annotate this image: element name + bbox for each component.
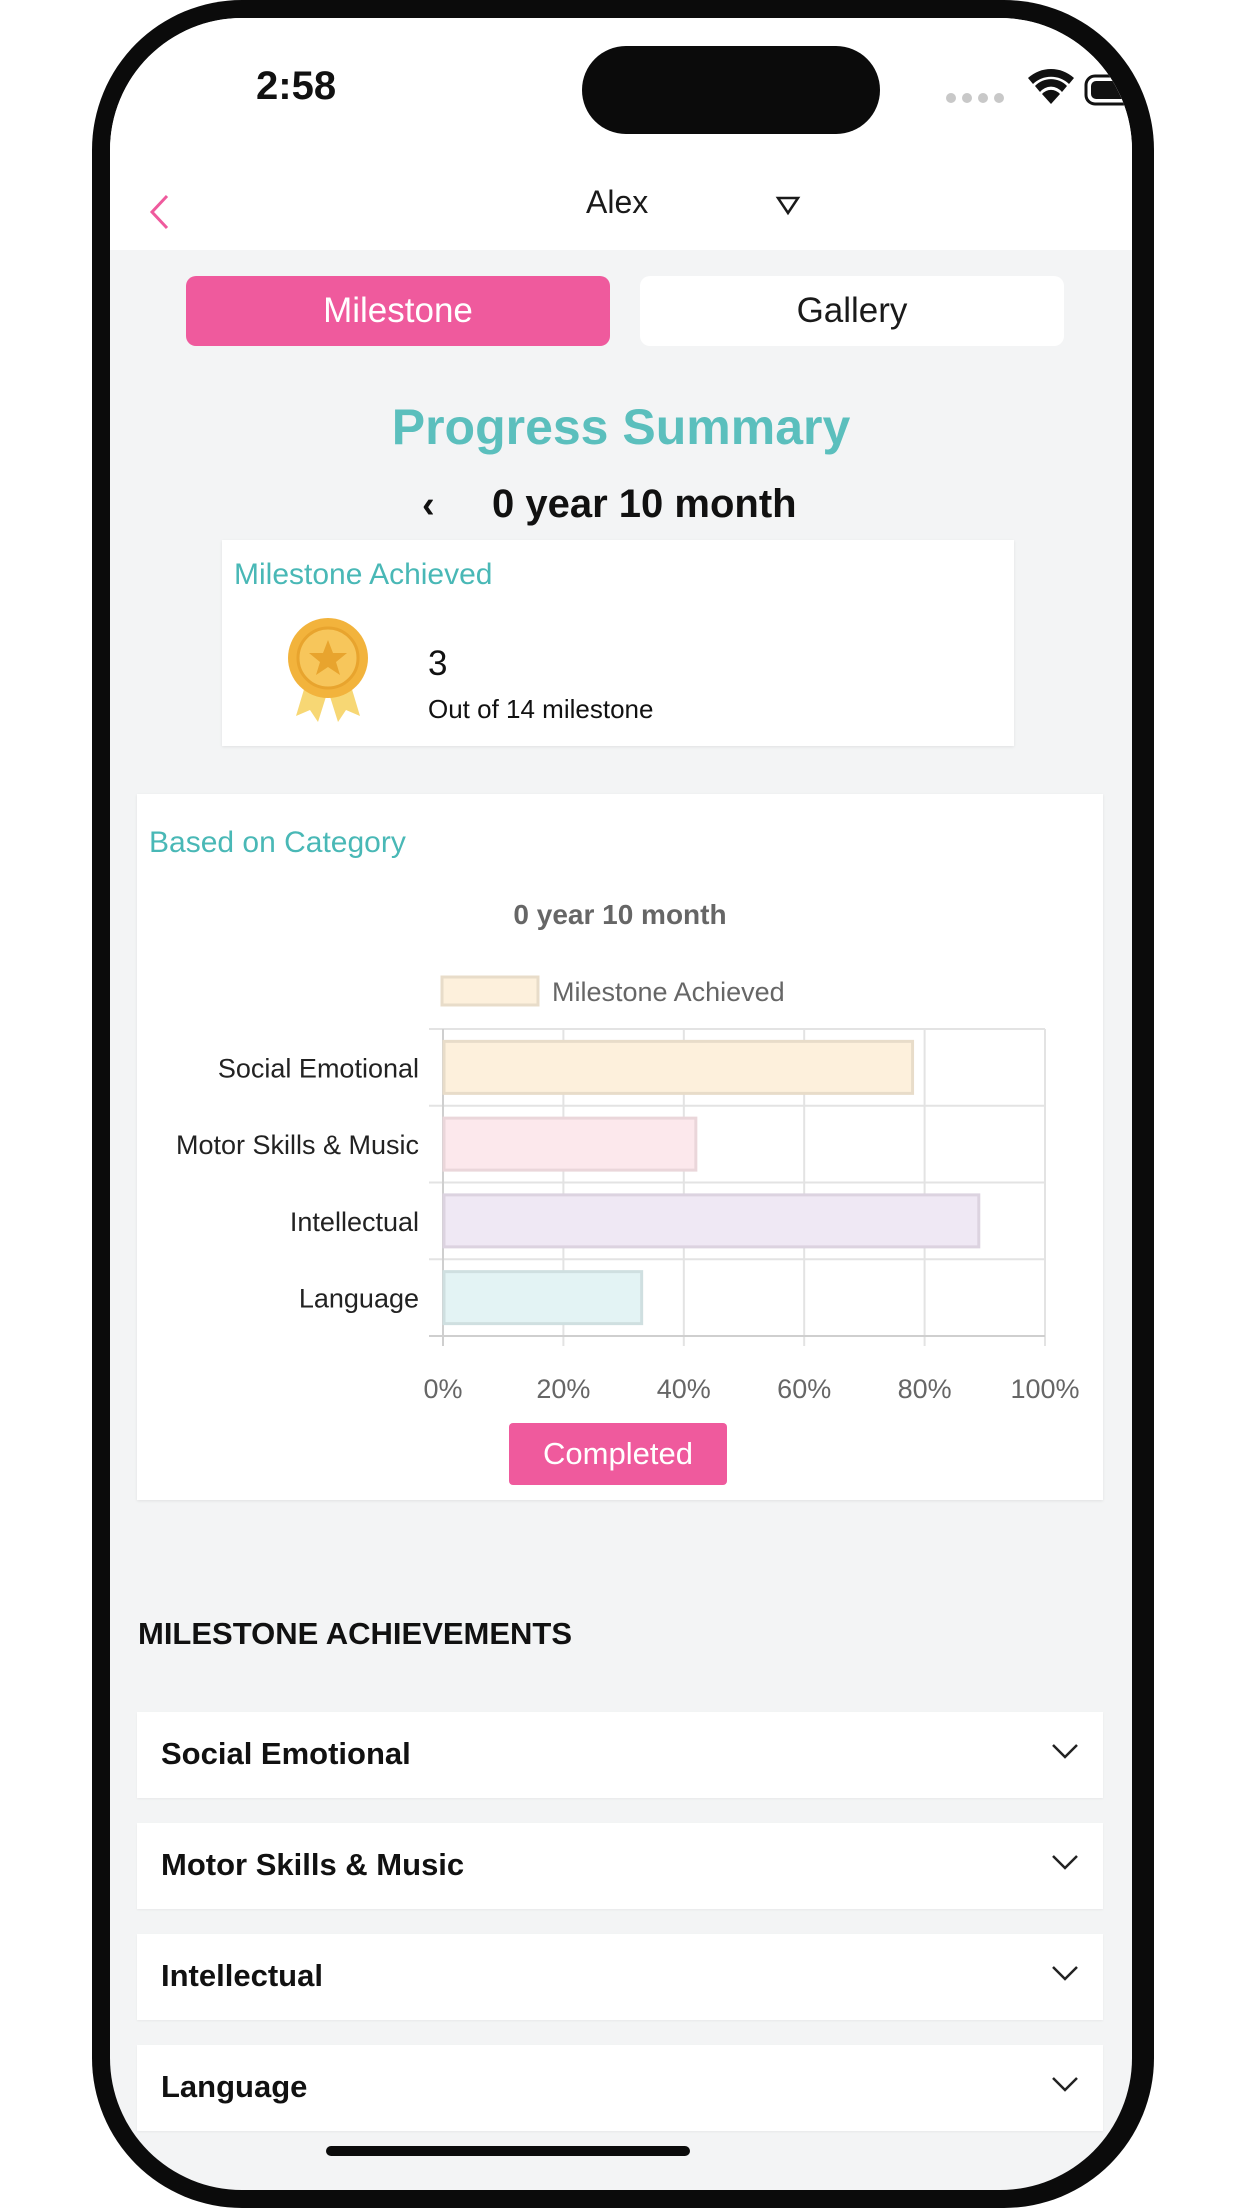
legend-swatch (440, 975, 540, 1007)
x-tick-label: 80% (898, 1374, 952, 1404)
chevron-down-icon (1052, 1744, 1078, 1759)
accordion-label: Motor Skills & Music (161, 1847, 465, 1882)
x-tick-label: 100% (1010, 1374, 1079, 1404)
category-label: Social Emotional (218, 1053, 419, 1083)
child-selector[interactable]: Alex (586, 184, 648, 221)
accordion-social-emotional[interactable]: Social Emotional (137, 1712, 1103, 1798)
accordion-language[interactable]: Language (137, 2045, 1103, 2131)
status-icons (946, 68, 1132, 113)
accordion-intellectual[interactable]: Intellectual (137, 1934, 1103, 2020)
chevron-down-icon (1052, 1855, 1078, 1870)
tab-gallery[interactable]: Gallery (640, 276, 1064, 346)
completed-button[interactable]: Completed (509, 1423, 727, 1485)
status-time: 2:58 (256, 64, 337, 108)
achieved-count: 3 (428, 644, 448, 683)
accordion-label: Social Emotional (161, 1736, 411, 1771)
chart-title: 0 year 10 month (513, 899, 726, 930)
category-card: Based on Category 0 year 10 month Milesto… (137, 794, 1103, 1500)
chevron-down-icon (1052, 1966, 1078, 1981)
back-chevron-icon[interactable] (148, 192, 172, 237)
dynamic-island (582, 46, 880, 134)
tab-milestone[interactable]: Milestone (186, 276, 610, 346)
dropdown-caret-icon[interactable] (775, 194, 801, 221)
x-tick-label: 0% (423, 1374, 462, 1404)
accordion-label: Language (161, 2069, 308, 2104)
period-label: 0 year 10 month (492, 482, 797, 526)
battery-icon (1084, 74, 1132, 106)
app-screen: 2:58 Alex Milestone Gallery Progress Sum… (110, 18, 1132, 2190)
home-indicator (326, 2146, 690, 2156)
chart-bar (442, 1039, 915, 1095)
chart-bar (442, 1193, 981, 1249)
chart-bar (442, 1270, 644, 1326)
achievements-heading: MILESTONE ACHIEVEMENTS (138, 1616, 573, 1651)
accordion-motor-skills[interactable]: Motor Skills & Music (137, 1823, 1103, 1909)
period-navigator: ‹ 0 year 10 month (110, 476, 1132, 536)
achieved-subtitle: Out of 14 milestone (428, 694, 654, 724)
category-label: Motor Skills & Music (176, 1130, 419, 1160)
medal-icon (286, 616, 370, 729)
x-tick-label: 60% (777, 1374, 831, 1404)
milestone-achieved-card: Milestone Achieved 3 Out of 14 milestone (222, 540, 1014, 746)
previous-period-icon[interactable]: ‹ (422, 484, 435, 527)
accordion-label: Intellectual (161, 1958, 323, 1993)
legend-label: Milestone Achieved (552, 977, 785, 1007)
signal-icon (946, 93, 1004, 103)
chevron-down-icon (1052, 2077, 1078, 2092)
x-tick-label: 20% (536, 1374, 590, 1404)
page-title: Progress Summary (391, 399, 851, 455)
x-tick-label: 40% (657, 1374, 711, 1404)
card-title: Milestone Achieved (234, 558, 493, 591)
category-label: Language (299, 1284, 419, 1314)
chart-bar (442, 1116, 698, 1172)
wifi-icon (1028, 69, 1074, 104)
category-bar-chart: 0 year 10 month Milestone Achieved 0% 20% 40… (176, 899, 1080, 1404)
category-label: Intellectual (290, 1207, 419, 1237)
